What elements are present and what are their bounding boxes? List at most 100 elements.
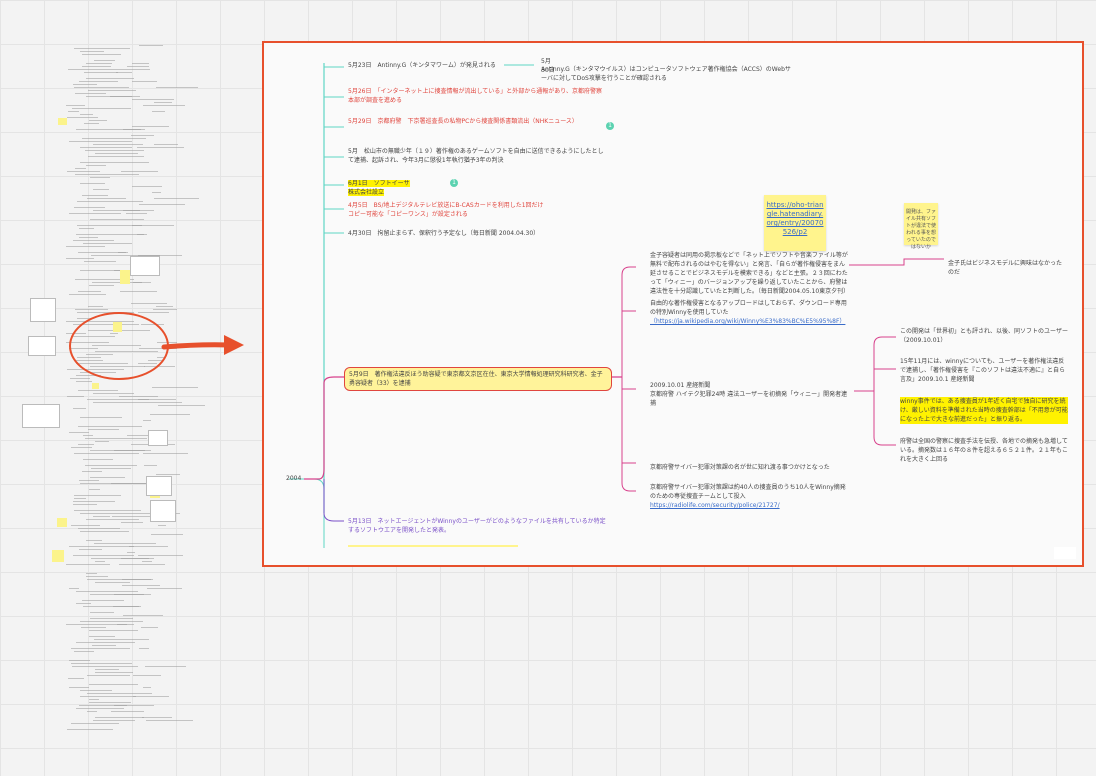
minimap-text-line (95, 669, 119, 670)
minimap-text-line (86, 165, 106, 166)
minimap-text-line (80, 690, 112, 691)
node-nationwide[interactable]: 府警は全国の警察に捜査手法を伝授、各地での摘発も急増している。摘発数は１６年の８… (900, 437, 1068, 464)
minimap-text-line (76, 708, 124, 709)
node-antinny-detail[interactable]: Antinny.G（キンタマウイルス）はコンピュータソフトウェア著作権協会（AC… (541, 65, 791, 83)
sticky-note-link[interactable]: https://oho-triangle.hatenadiary.org/ent… (764, 195, 826, 251)
node-business-model[interactable]: 金子氏はビジネスモデルに興味はなかったのだ (948, 259, 1066, 277)
node-sankei-title[interactable]: 京都府警 ハイテク犯罪24時 違法ユーザーを初摘発「ウィニー」開発者逮捕 (650, 390, 850, 408)
minimap-text-line (141, 627, 158, 628)
node-nov-arrest[interactable]: 15年11月には、winnyについても、ユーザーを著作権法違反で逮捕し、「著作権… (900, 357, 1068, 384)
minimap-text-line (80, 696, 136, 697)
minimap-text-line (95, 672, 133, 673)
minimap-sticky (120, 270, 130, 284)
minimap-text-line (132, 99, 174, 100)
minimap-text-line (127, 66, 149, 67)
minimap-text-line (66, 246, 105, 247)
minimap-text-line (123, 129, 145, 130)
minimap-text-line (90, 618, 133, 619)
minimap-text-line (69, 546, 134, 547)
wikipedia-link[interactable]: （https://ja.wikipedia.org/wiki/Winny%E3%… (650, 318, 845, 325)
node-leak[interactable]: 5月29日 京都府警 下京署巡査長の私物PCから捜査関係書類流出（NHKニュース… (348, 117, 608, 126)
sticky-note-comment[interactable]: 開発は、ファイル共有ソフトが違法で使われる事を想っていたのではないか (904, 203, 938, 250)
minimap-text-line (80, 513, 133, 514)
node-kyoto-report[interactable]: 5月26日 「インターネット上に捜査情報が流出している」と外部から通報があり、京… (348, 87, 608, 105)
minimap-text-line (72, 108, 131, 109)
node-net-agent[interactable]: 5月13日 ネットエージェントがWinnyのユーザーがどのようなファイルを共有し… (348, 517, 608, 535)
minimap-text-line (87, 693, 152, 694)
minimap-text-line (83, 459, 113, 460)
minimap-text-line (78, 291, 101, 292)
minimap-text-line (93, 720, 135, 721)
minimap-text-line (117, 624, 134, 625)
node-winny-usage[interactable]: 自由的な著作権侵害となるアップロードはしておらず、ダウンロード専用の特別Winn… (650, 299, 848, 326)
minimap-text-line (75, 168, 86, 169)
minimap-text-line (84, 261, 116, 262)
minimap-text-line (79, 81, 118, 82)
minimap-text-line (73, 84, 97, 85)
minimap-text-line (145, 666, 186, 667)
node-cyber-fame[interactable]: 京都府警サイバー犯罪対策課の名が世に知れ渡る事つかけとなった (650, 463, 848, 472)
minimap-text-line (80, 147, 132, 148)
minimap-text-line (90, 477, 125, 478)
minimap-text-line (85, 465, 137, 466)
node-world-first[interactable]: この開発は「世界初」とも評され、以後、同ソフトのユーザー（2009.10.01） (900, 327, 1068, 345)
minimap-text-line (84, 123, 99, 124)
minimap-text-line (143, 453, 188, 454)
minimap-text-line (118, 252, 126, 253)
minimap-text-line (86, 78, 134, 79)
minimap-text-line (67, 171, 100, 172)
node-arrest-main[interactable]: 5月9日 著作権法違反ほう助容疑で東京都文京区在住、東京大学情報処理研究科研究者… (344, 367, 612, 391)
minimap-text-line (138, 555, 183, 556)
minimap-text-line (93, 402, 146, 403)
minimap-text-line (144, 465, 157, 466)
minimap-text-line (95, 153, 138, 154)
node-cyber-team[interactable]: 京都府警サイバー犯罪対策課は約40人の捜査員のうち10人をWinny摘発のための… (650, 483, 848, 510)
node-kaneko-statement[interactable]: 金子容疑者は同用の掲示板などで「ネット上でソフトや音楽ファイル等が無料で配布され… (650, 251, 849, 296)
minimap-text-line (69, 432, 89, 433)
minimap-text-line (111, 711, 144, 712)
node-copy-once[interactable]: 4月5日 BS/地上デジタルテレビ放送にB-CASカードを利用した1回だけコピー… (348, 201, 548, 219)
node-sankei-date[interactable]: 2009.10.01 産経新聞 (650, 381, 850, 390)
minimap-text-line (72, 666, 138, 667)
minimap-text-line (89, 489, 100, 490)
minimap-text-line (68, 678, 84, 679)
node-investigator[interactable]: winny事件では、ある捜査員が1年近く自宅で独自に研究を続け、厳しい資料を準備… (900, 397, 1068, 424)
minimap-text-line (67, 396, 84, 397)
minimap-text-line (142, 717, 172, 718)
year-label[interactable]: 2004 (286, 474, 301, 483)
minimap-sticky (92, 383, 99, 389)
minimap-text-line (152, 111, 165, 112)
node-bail[interactable]: 4月30日 拘留止まらず、保釈行う予定なし（毎日新聞 2004.04.30） (348, 229, 548, 238)
minimap-text-line (122, 579, 153, 580)
minimap-text-line (123, 210, 154, 211)
focus-highlight-ellipse (69, 312, 169, 380)
radiolife-link[interactable]: https://radiolife.com/security/police/21… (650, 502, 780, 509)
comment-badge-2[interactable]: 1 (450, 179, 458, 187)
node-antinny[interactable]: 5月23日 Antinny.G（キンタマワーム）が発見される (348, 61, 508, 70)
minimap-text-line (71, 525, 100, 526)
sticky-link-text[interactable]: https://oho-triangle.hatenadiary.org/ent… (766, 201, 823, 236)
minimap-text-line (87, 711, 97, 712)
minimap-text-line (80, 162, 149, 163)
minimap-text-line (94, 543, 156, 544)
minimap-text-line (88, 156, 144, 157)
minimap-text-line (83, 243, 132, 244)
minimap-text-line (114, 705, 154, 706)
minimap-thumbnail (130, 256, 160, 276)
minimap-text-line (90, 177, 110, 178)
minimap-text-line (146, 720, 193, 721)
minimap-text-line (68, 69, 133, 70)
minimap-text-line (116, 72, 132, 73)
minimap-text-line (156, 306, 173, 307)
mind-map-overview[interactable] (0, 0, 260, 776)
minimap-text-line (86, 519, 139, 520)
minimap-text-line (74, 87, 129, 88)
node-matsuyama[interactable]: 5月 松山市の無職少年（１９）著作権のあるゲームソフトを自由に送信できるようにし… (348, 147, 608, 165)
minimap-text-line (71, 447, 92, 448)
minimap-text-line (74, 453, 139, 454)
comment-badge[interactable]: 1 (606, 122, 614, 130)
minimap-text-line (137, 234, 147, 235)
node-softether[interactable]: 6月1日 ソフトイーサ株式会社設立 (348, 179, 412, 197)
minimap-text-line (151, 534, 183, 535)
minimap-text-line (133, 69, 150, 70)
